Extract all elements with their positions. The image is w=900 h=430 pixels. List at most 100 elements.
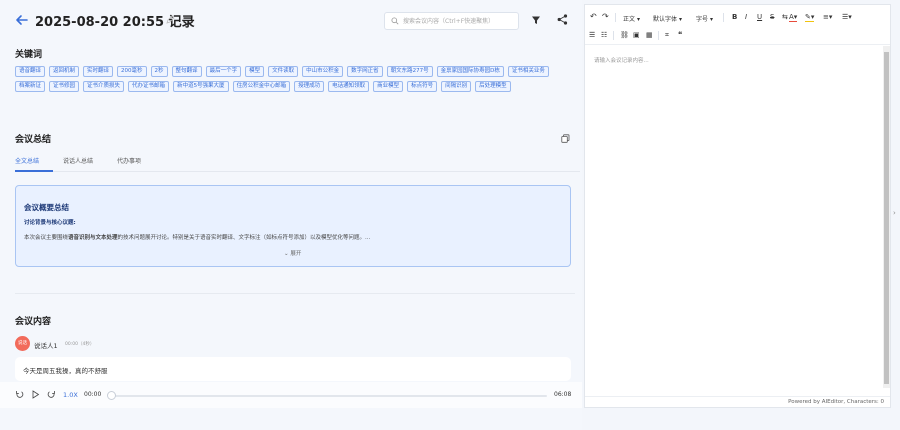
keyword-tag[interactable]: 最后一个字 (205, 66, 242, 77)
quote-icon[interactable]: ❝ (678, 30, 682, 39)
current-time: 00:00 (84, 391, 102, 398)
link-icon[interactable]: ⛓ (620, 31, 629, 39)
keyword-tag[interactable]: 商业模型 (373, 81, 404, 92)
align-icon[interactable]: ≡▾ (823, 13, 832, 21)
tab-divider (15, 171, 580, 172)
highlight-icon[interactable]: ✎▾ (805, 13, 815, 22)
keyword-tag[interactable]: 标点符号 (407, 81, 438, 92)
filter-icon[interactable] (531, 15, 541, 25)
undo-icon[interactable]: ↶ (590, 12, 597, 21)
back-arrow-icon[interactable] (14, 12, 30, 28)
keyword-tag[interactable]: 证书介质损失 (83, 81, 125, 92)
underline-icon[interactable]: U (757, 13, 762, 21)
keyword-tag[interactable]: 文件读取 (268, 66, 299, 77)
keyword-tag[interactable]: 新中道5号强果大厦 (173, 81, 229, 92)
ordered-list-icon[interactable]: ☷ (601, 31, 607, 39)
font-color-icon[interactable]: A▾ (789, 13, 798, 22)
content-title: 会议内容 (15, 317, 52, 327)
editor-area[interactable]: 请输入会议记录内容... (585, 46, 881, 386)
bold-icon[interactable]: B (732, 13, 737, 21)
font-label: 默认字体 (653, 16, 678, 23)
keyword-tag[interactable]: 代办证书邮箱 (128, 81, 170, 92)
strikethrough-icon[interactable]: S (770, 13, 774, 21)
edit-title-icon[interactable] (165, 15, 175, 25)
keyword-tag[interactable]: 证书相关业务 (507, 66, 549, 77)
left-panel: 2025-08-20 20:55 记录 关键词 语音翻译返回机制实时翻译200毫… (0, 0, 582, 430)
search-icon (391, 17, 399, 25)
tab-speaker-summary[interactable]: 说话人总结 (63, 154, 93, 170)
header: 2025-08-20 20:55 记录 (0, 0, 582, 42)
share-icon[interactable] (557, 14, 568, 25)
editor-scrollbar[interactable] (883, 46, 890, 388)
copy-icon[interactable] (561, 134, 570, 143)
scrollbar-thumb[interactable] (884, 52, 889, 384)
avatar: 说话 (15, 336, 30, 351)
redo-icon[interactable]: ↷ (602, 12, 609, 21)
keyword-tag[interactable]: 朝文东路277号 (386, 66, 433, 77)
forward-icon[interactable] (47, 390, 56, 399)
code-block-icon[interactable]: ⌗ (665, 31, 669, 40)
keyword-tag[interactable]: 金禀家园国际协寿园D栋 (436, 66, 504, 77)
keyword-tag[interactable]: 语音翻译 (15, 66, 46, 77)
summary-title: 会议总结 (15, 135, 52, 145)
keywords-title: 关键词 (15, 50, 43, 60)
keyword-tag[interactable]: 整句翻译 (171, 66, 202, 77)
status-text: Powered by AIEditor, Characters: 0 (788, 399, 884, 405)
expand-label: 展开 (290, 251, 302, 257)
toolbar-separator (615, 13, 616, 22)
transcript-bubble[interactable]: 今天是周五我操，真的不舒服 (15, 357, 571, 381)
rewind-icon[interactable] (15, 390, 24, 399)
paragraph-label: 正文 (623, 16, 636, 23)
progress-track[interactable] (110, 395, 547, 397)
tab-todo[interactable]: 代办事项 (117, 154, 141, 170)
table-icon[interactable]: ▦ (646, 31, 653, 39)
summary-text-highlight: 语音识别与文本处理 (68, 235, 118, 241)
keyword-tag[interactable]: 住房公积金中心邮箱 (232, 81, 291, 92)
editor-toolbar: ↶ ↷ 正文 ▾ 默认字体 ▾ 字号 ▾ B I U S ⇆ A▾ ✎▾ ≡▾ … (585, 5, 890, 45)
bullet-list-icon[interactable]: ☰ (589, 31, 595, 39)
keyword-tag[interactable]: 间隔识别 (441, 81, 472, 92)
total-time: 06:08 (554, 391, 572, 398)
paragraph-select[interactable]: 正文 ▾ (623, 14, 640, 23)
search-input[interactable] (403, 15, 515, 28)
keyword-tag[interactable]: 数字网正省 (347, 66, 383, 77)
keyword-tag[interactable]: 档案新证 (15, 81, 46, 92)
keyword-tag[interactable]: 返回机制 (49, 66, 80, 77)
chevron-down-icon: ▾ (636, 16, 640, 23)
code-icon[interactable]: ⇆ (782, 13, 788, 21)
summary-box-subtitle: 讨论背景与核心议题: (24, 220, 76, 226)
collapse-arrow-icon[interactable]: › (893, 209, 896, 217)
italic-icon[interactable]: I (745, 13, 747, 21)
editor-status-bar: Powered by AIEditor, Characters: 0 (585, 396, 890, 408)
image-icon[interactable]: ▣ (633, 31, 640, 39)
keyword-tag[interactable]: 中山市公积金 (302, 66, 344, 77)
summary-box: 会议概要总结 讨论背景与核心议题: 本次会议主要围绕语音识别与文本处理的技术问题… (15, 185, 571, 267)
section-divider (15, 293, 575, 294)
line-height-icon[interactable]: ☰▾ (842, 13, 852, 21)
keyword-tag[interactable]: 授理成功 (294, 81, 325, 92)
keyword-tag[interactable]: 后处理模型 (475, 81, 511, 92)
keyword-tags: 语音翻译 返回机制 实时翻译 200毫秒 2秒 整句翻译 最后一个字 模型 文件读取 中山市公积金… (15, 66, 575, 92)
search-box (384, 12, 519, 30)
transcript-text: 今天是周五我操，真的不舒服 (23, 367, 108, 375)
keyword-tag[interactable]: 实时翻译 (83, 66, 114, 77)
keyword-tag[interactable]: 2秒 (150, 66, 168, 77)
toolbar-separator (658, 31, 659, 40)
summary-text-part: 的技术问题展开讨论。特别是关于语音实时翻译、文字标注（如标点符号添加）以及模型优… (117, 235, 371, 241)
size-label: 字号 (696, 16, 709, 23)
size-select[interactable]: 字号 ▾ (696, 14, 713, 23)
tab-full-summary[interactable]: 全文总结 (15, 154, 39, 170)
active-tab-indicator (15, 170, 53, 172)
keyword-tag[interactable]: 模型 (245, 66, 265, 77)
font-select[interactable]: 默认字体 ▾ (653, 14, 682, 23)
chevron-down-icon: ▾ (678, 16, 682, 23)
summary-box-title: 会议概要总结 (24, 203, 69, 212)
keyword-tag[interactable]: 200毫秒 (117, 66, 147, 77)
audio-player: 1.0X 00:00 06:08 (0, 382, 582, 408)
keyword-tag[interactable]: 电话通知领取 (328, 81, 370, 92)
keyword-tag[interactable]: 证书修园 (49, 81, 80, 92)
progress-handle[interactable] (107, 391, 116, 400)
play-icon[interactable] (31, 390, 40, 399)
expand-button[interactable]: ⌄ 展开 (284, 249, 301, 257)
playback-speed[interactable]: 1.0X (63, 391, 78, 399)
